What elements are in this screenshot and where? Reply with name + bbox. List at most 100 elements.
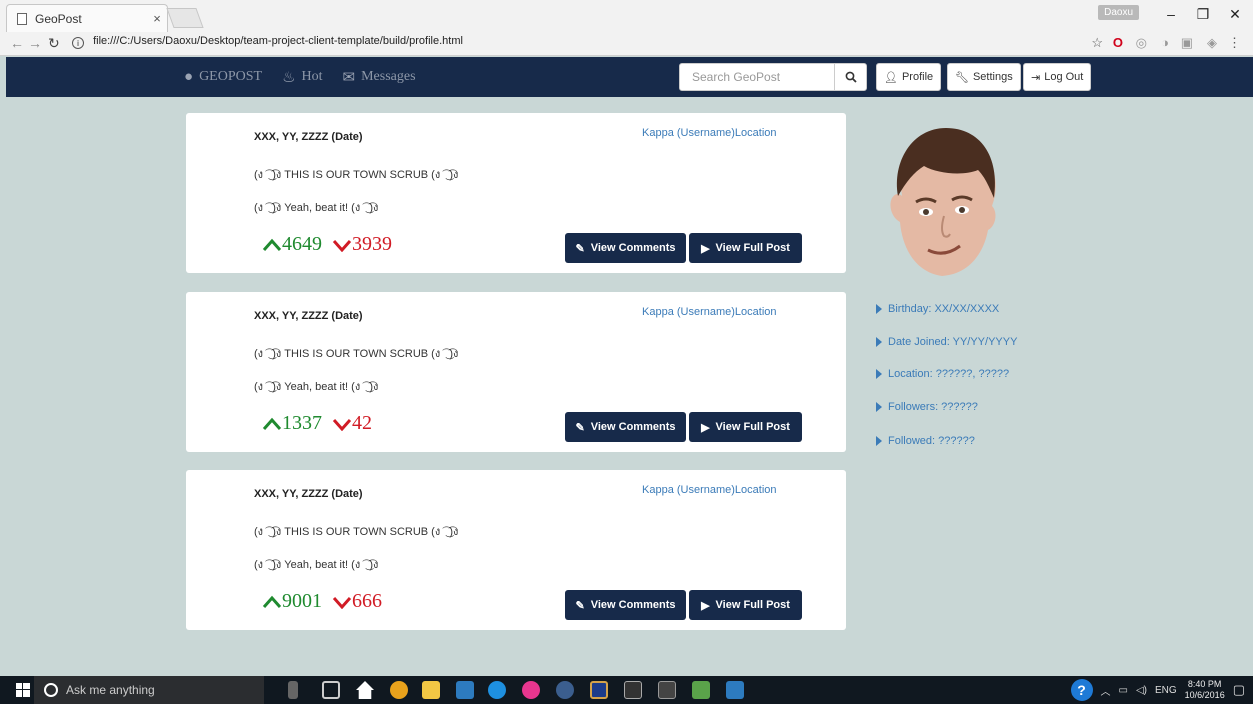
- hot-link[interactable]: Hot: [302, 69, 323, 85]
- logout-button[interactable]: ⇥ Log Out: [1023, 63, 1092, 91]
- task-view-icon[interactable]: [322, 681, 340, 699]
- home-icon[interactable]: [356, 681, 374, 699]
- upvote-button[interactable]: 4649: [262, 233, 322, 256]
- view-full-post-button[interactable]: ▶ View Full Post: [689, 233, 802, 263]
- post-text: (ง ͡ ͜ ͡)ง THIS IS OUR TOWN SCRUB (ง ͡ ͜…: [254, 348, 459, 360]
- language-indicator[interactable]: ENG: [1155, 685, 1177, 696]
- profile-location: Location: ??????, ?????: [876, 368, 1009, 380]
- url-field[interactable]: i file:///C:/Users/Daoxu/Desktop/team-pr…: [72, 35, 463, 49]
- view-comments-button[interactable]: ✎ View Comments: [565, 590, 686, 620]
- reload-icon[interactable]: ↻: [48, 35, 60, 52]
- minimize-icon[interactable]: –: [1161, 6, 1181, 22]
- brand-link[interactable]: GEOPOST: [199, 69, 262, 85]
- menu-kebab-icon[interactable]: ⋮: [1228, 35, 1241, 51]
- microphone-icon[interactable]: [288, 681, 298, 699]
- bookmark-star-icon[interactable]: ☆: [1091, 35, 1103, 51]
- new-tab-button[interactable]: [166, 8, 204, 28]
- app-icon[interactable]: [590, 681, 608, 699]
- view-full-post-label: View Full Post: [715, 599, 790, 611]
- steam-icon[interactable]: [556, 681, 574, 699]
- profile-followers[interactable]: Followers: ??????: [876, 401, 978, 413]
- post-text: (ง ͡ ͜ ͡)ง THIS IS OUR TOWN SCRUB (ง ͡ ͜…: [254, 169, 459, 181]
- chrome-icon[interactable]: [390, 681, 408, 699]
- caret-right-icon: [876, 402, 882, 412]
- app-icon[interactable]: [726, 681, 744, 699]
- cortana-search-text: Ask me anything: [66, 683, 155, 697]
- date-joined-text: Date Joined: YY/YY/YYYY: [888, 336, 1018, 348]
- epic-games-icon[interactable]: [624, 681, 642, 699]
- view-comments-button[interactable]: ✎ View Comments: [565, 233, 686, 263]
- post-user-link[interactable]: Kappa (Username)Location: [642, 127, 777, 139]
- volume-icon[interactable]: ◁): [1136, 685, 1147, 696]
- post-user-link[interactable]: Kappa (Username)Location: [642, 306, 777, 318]
- view-full-post-button[interactable]: ▶ View Full Post: [689, 412, 802, 442]
- followed-text: Followed: ??????: [888, 435, 975, 447]
- globe-icon: ●: [184, 68, 194, 85]
- view-comments-button[interactable]: ✎ View Comments: [565, 412, 686, 442]
- view-comments-label: View Comments: [590, 242, 676, 254]
- vote-counts: 4649 3939: [262, 233, 392, 256]
- profile-followed[interactable]: Followed: ??????: [876, 435, 975, 447]
- avatar: [890, 128, 996, 276]
- notification-icon[interactable]: ▢: [1233, 682, 1245, 698]
- settings-button[interactable]: 🔧︎ Settings: [947, 63, 1021, 91]
- post-text: (ง ͡ ͜ ͡)ง THIS IS OUR TOWN SCRUB (ง ͡ ͜…: [254, 526, 459, 538]
- search-box: [679, 63, 867, 91]
- app-icon[interactable]: [488, 681, 506, 699]
- post-user-link[interactable]: Kappa (Username)Location: [642, 484, 777, 496]
- back-icon[interactable]: ←: [10, 35, 24, 51]
- extension-icon[interactable]: ◑: [1161, 35, 1169, 50]
- user-icon: 👤︎: [884, 71, 898, 84]
- network-icon[interactable]: ▭: [1119, 685, 1128, 696]
- cortana-search[interactable]: Ask me anything: [34, 676, 264, 704]
- upvote-button[interactable]: 9001: [262, 590, 322, 613]
- app-icon[interactable]: [456, 681, 474, 699]
- windows-start-icon[interactable]: [16, 683, 30, 697]
- app-icon[interactable]: [692, 681, 710, 699]
- profile-badge[interactable]: Daoxu: [1098, 5, 1139, 20]
- profile-button-label: Profile: [901, 71, 934, 83]
- pencil-icon: ✎: [575, 599, 585, 612]
- search-input[interactable]: [680, 64, 834, 90]
- downvote-button[interactable]: 666: [332, 590, 382, 613]
- post-card: XXX, YY, ZZZZ (Date) Kappa (Username)Loc…: [186, 470, 846, 630]
- help-icon[interactable]: ?: [1070, 679, 1093, 701]
- extension-icon[interactable]: ◎: [1136, 35, 1147, 51]
- messages-link[interactable]: Messages: [361, 69, 415, 85]
- browser-tab[interactable]: GeoPost ×: [6, 4, 168, 32]
- app-icon[interactable]: [522, 681, 540, 699]
- vote-counts: 9001 666: [262, 590, 382, 613]
- profile-button[interactable]: 👤︎ Profile: [876, 63, 942, 91]
- close-window-icon[interactable]: ✕: [1225, 6, 1245, 23]
- logout-icon: ⇥: [1031, 71, 1041, 84]
- forward-icon[interactable]: →: [28, 35, 42, 51]
- downvote-count: 666: [352, 590, 382, 612]
- vote-counts: 1337 42: [262, 412, 372, 435]
- extension-icon[interactable]: ▣: [1181, 35, 1193, 51]
- chevron-up-icon[interactable]: ︿: [1101, 683, 1111, 698]
- birthday-text: Birthday: XX/XX/XXXX: [888, 303, 1000, 315]
- downvote-button[interactable]: 3939: [332, 233, 392, 256]
- terminal-icon[interactable]: [658, 681, 676, 699]
- post-date: XXX, YY, ZZZZ (Date): [254, 131, 363, 143]
- site-navbar: ● GEOPOST ♨ Hot ✉ Messages 👤︎ Profile 🔧︎…: [6, 57, 1253, 97]
- play-icon: ▶: [701, 242, 710, 255]
- play-icon: ▶: [701, 599, 710, 612]
- chevron-down-icon: [332, 596, 352, 609]
- extension-icon[interactable]: ◈: [1207, 35, 1217, 51]
- info-icon[interactable]: i: [72, 37, 84, 49]
- upvote-button[interactable]: 1337: [262, 412, 322, 435]
- fire-icon: ♨: [282, 69, 296, 86]
- followers-text: Followers: ??????: [888, 401, 978, 413]
- clock[interactable]: 8:40 PM 10/6/2016: [1185, 679, 1225, 701]
- tab-close-icon[interactable]: ×: [147, 11, 167, 26]
- search-button[interactable]: [834, 64, 866, 90]
- clock-date: 10/6/2016: [1184, 690, 1225, 700]
- view-full-post-label: View Full Post: [715, 421, 790, 433]
- view-full-post-button[interactable]: ▶ View Full Post: [689, 590, 802, 620]
- downvote-button[interactable]: 42: [332, 412, 372, 435]
- file-explorer-icon[interactable]: [422, 681, 440, 699]
- opera-icon[interactable]: O: [1113, 35, 1123, 50]
- restore-icon[interactable]: ❐: [1193, 6, 1213, 23]
- settings-button-label: Settings: [972, 71, 1013, 83]
